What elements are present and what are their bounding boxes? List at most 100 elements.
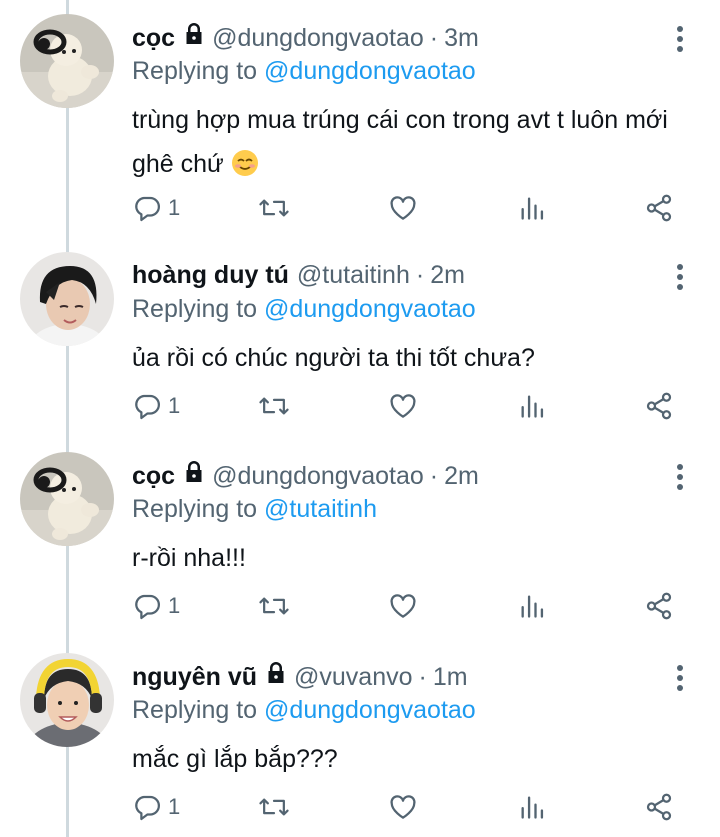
tweet-text-content: trùng hợp mua trúng cái con trong avt t … [132,106,668,178]
mention-link[interactable]: @dungdongvaotao [264,696,476,724]
reply-button[interactable]: 1 [132,388,180,424]
reply-button[interactable]: 1 [132,588,180,624]
share-button[interactable] [644,388,674,424]
tweet-header: hoàng duy tú @tutaitinh · 2m [132,260,465,290]
tweet[interactable]: nguyên vũ @vuvanvo · 1m Replying to @dun… [0,653,720,837]
tweet-actions: 1 [132,388,692,424]
share-button[interactable] [644,190,674,226]
tweet-text-content: ủa rồi có chúc người ta thi tốt chưa? [132,344,535,372]
smiling-face-emoji [231,147,259,191]
tweet-text: r-rồi nha!!! [132,536,692,580]
share-icon [646,793,672,821]
heart-icon [390,196,416,220]
heart-icon [390,795,416,819]
retweet-button[interactable] [258,588,290,624]
separator-dot: · [429,23,439,52]
replying-to: Replying to @tutaitinh [132,494,377,524]
user-handle[interactable]: @dungdongvaotao [212,23,424,53]
tweet-text-content: r-rồi nha!!! [132,544,246,572]
heart-icon [390,594,416,618]
tweet-header: cọc @dungdongvaotao · 3m [132,22,479,53]
more-vertical-icon[interactable] [670,661,690,695]
reply-icon [135,196,160,222]
tweet-text-content: mắc gì lắp bắp??? [132,745,338,773]
avatar[interactable] [20,14,114,108]
timestamp[interactable]: 2m [444,461,479,491]
reply-count: 1 [168,393,181,418]
mention-link[interactable]: @dungdongvaotao [264,57,476,85]
share-button[interactable] [644,588,674,624]
more-vertical-icon[interactable] [670,260,690,294]
display-name[interactable]: cọc [132,461,175,491]
reply-button[interactable]: 1 [132,789,180,825]
analytics-icon [521,395,544,418]
display-name[interactable]: cọc [132,23,175,53]
analytics-icon [521,796,544,819]
reply-count: 1 [168,794,181,819]
share-icon [646,592,672,620]
like-button[interactable] [388,388,418,424]
separator-dot: · [429,461,439,490]
lock-icon [182,460,206,491]
replying-prefix: Replying to [132,495,258,523]
tweet[interactable]: cọc @dungdongvaotao · 3m Replying to @du… [0,14,720,230]
user-handle[interactable]: @dungdongvaotao [212,461,424,491]
timestamp[interactable]: 3m [444,23,479,53]
mention-link[interactable]: @dungdongvaotao [264,295,476,323]
user-handle[interactable]: @vuvanvo [294,662,413,692]
replying-prefix: Replying to [132,696,258,724]
tweet-actions: 1 [132,789,692,825]
replying-prefix: Replying to [132,295,258,323]
like-button[interactable] [388,190,418,226]
replying-to: Replying to @dungdongvaotao [132,294,476,324]
tweet[interactable]: cọc @dungdongvaotao · 2m Replying to @tu… [0,452,720,638]
timestamp[interactable]: 2m [430,260,465,290]
lock-icon [264,661,288,692]
tweet-text: mắc gì lắp bắp??? [132,737,692,781]
retweet-button[interactable] [258,190,290,226]
retweet-icon [259,798,289,816]
reply-button[interactable]: 1 [132,190,180,226]
tweet-header: cọc @dungdongvaotao · 2m [132,460,479,491]
views-button[interactable] [518,588,546,624]
avatar[interactable] [20,252,114,346]
views-button[interactable] [518,388,546,424]
heart-icon [390,394,416,418]
display-name[interactable]: hoàng duy tú [132,260,289,290]
share-icon [646,194,672,222]
reply-icon [135,594,160,620]
display-name[interactable]: nguyên vũ [132,662,257,692]
tweet-header: nguyên vũ @vuvanvo · 1m [132,661,468,692]
like-button[interactable] [388,588,418,624]
mention-link[interactable]: @tutaitinh [264,495,377,523]
reply-count: 1 [168,593,181,618]
more-vertical-icon[interactable] [670,460,690,494]
retweet-button[interactable] [258,388,290,424]
tweet-actions: 1 [132,190,692,226]
reply-icon [135,795,160,821]
tweet-actions: 1 [132,588,692,624]
analytics-icon [521,197,544,220]
share-icon [646,392,672,420]
views-button[interactable] [518,190,546,226]
retweet-button[interactable] [258,789,290,825]
like-button[interactable] [388,789,418,825]
avatar[interactable] [20,653,114,747]
retweet-icon [259,199,289,217]
tweet-text: trùng hợp mua trúng cái con trong avt t … [132,98,692,191]
user-handle[interactable]: @tutaitinh [297,260,410,290]
share-button[interactable] [644,789,674,825]
replying-prefix: Replying to [132,57,258,85]
separator-dot: · [415,261,425,289]
retweet-icon [259,597,289,615]
retweet-icon [259,397,289,415]
replying-to: Replying to @dungdongvaotao [132,56,476,86]
avatar[interactable] [20,452,114,546]
more-vertical-icon[interactable] [670,22,690,56]
replying-to: Replying to @dungdongvaotao [132,695,476,725]
tweet[interactable]: hoàng duy tú @tutaitinh · 2m Replying to… [0,252,720,438]
tweet-text: ủa rồi có chúc người ta thi tốt chưa? [132,336,692,380]
lock-icon [182,22,206,53]
timestamp[interactable]: 1m [433,662,468,692]
views-button[interactable] [518,789,546,825]
